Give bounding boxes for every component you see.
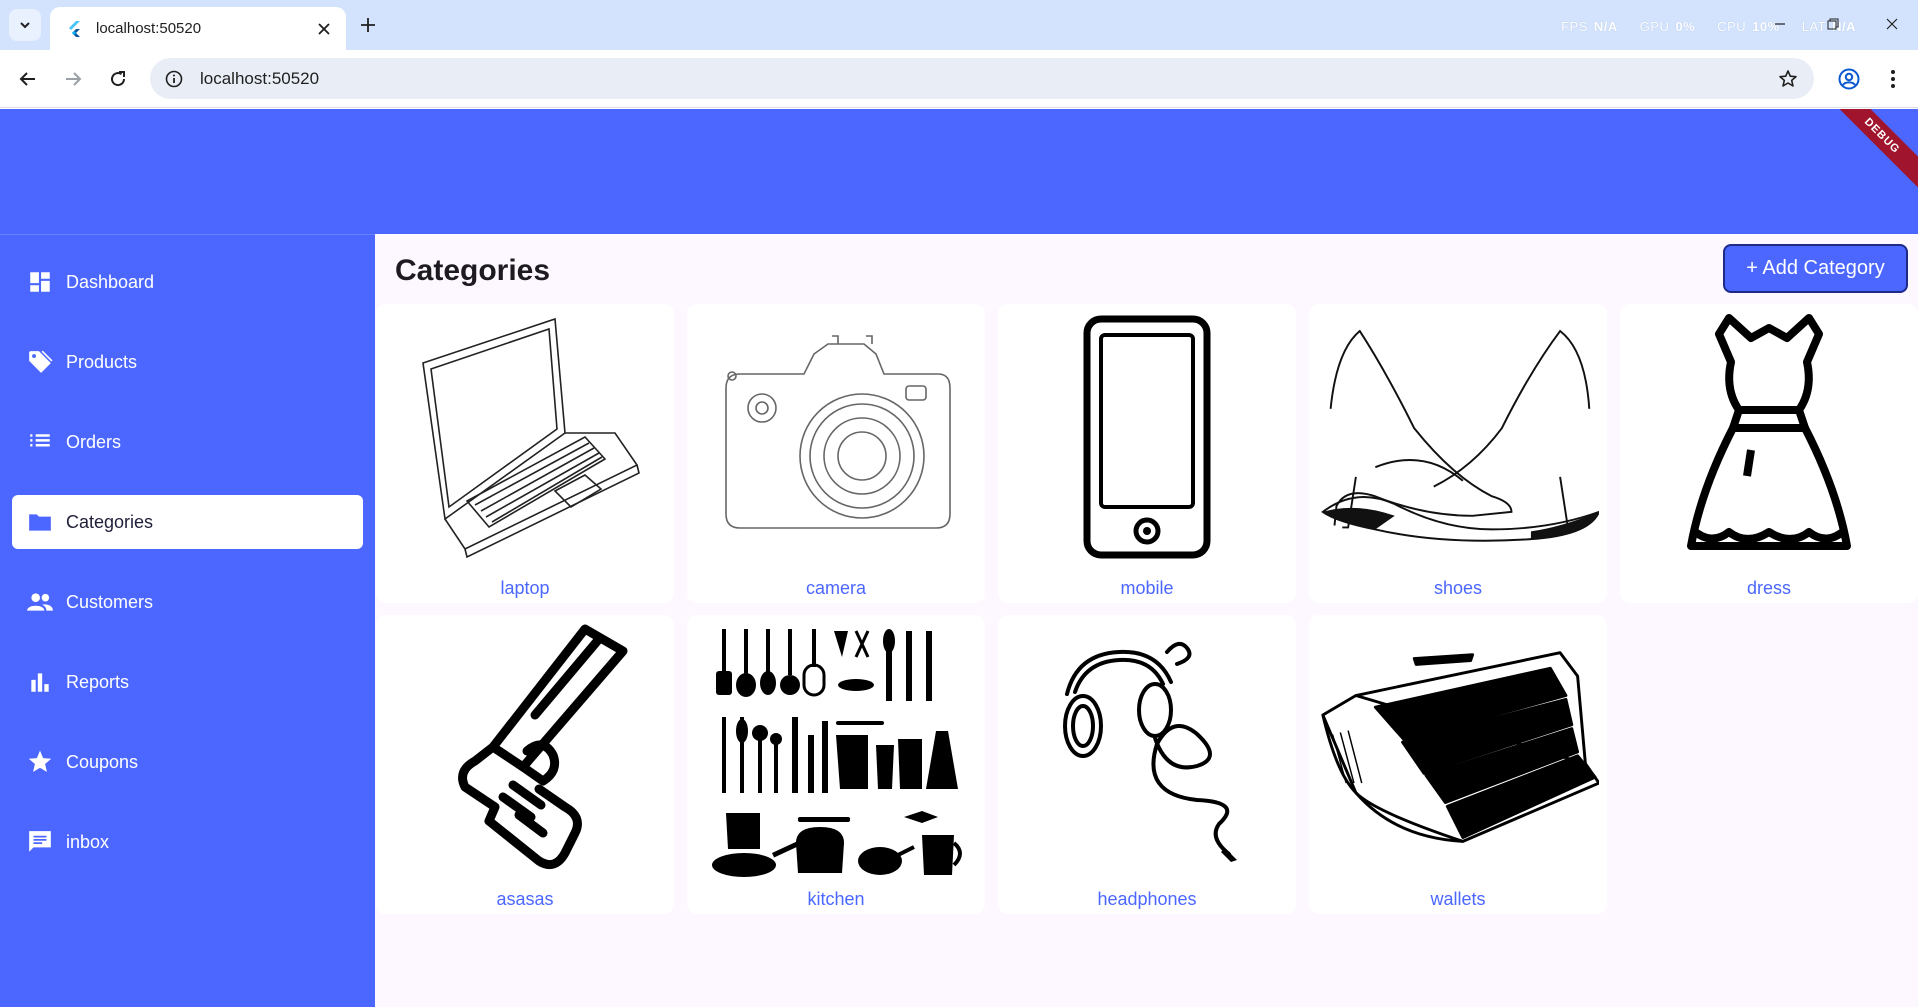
category-name: shoes: [1433, 578, 1483, 598]
bookmark-star-icon[interactable]: [1776, 67, 1800, 91]
reload-button[interactable]: [103, 64, 133, 94]
close-tab-icon[interactable]: [314, 19, 334, 39]
category-name: mobile: [1120, 578, 1174, 598]
category-name: camera: [805, 578, 867, 598]
plus-icon: [361, 18, 375, 32]
dashboard-icon: [26, 268, 54, 296]
restore-button[interactable]: [1823, 14, 1843, 34]
sidebar-item-coupons[interactable]: Coupons: [12, 735, 363, 789]
category-card-wallets[interactable]: wallets: [1309, 615, 1607, 914]
sidebar-item-reports[interactable]: Reports: [12, 655, 363, 709]
sidebar-item-categories[interactable]: Categories: [12, 495, 363, 549]
category-card-shoes[interactable]: shoes: [1309, 304, 1607, 603]
tab-title: localhost:50520: [96, 20, 202, 37]
category-name: asasas: [496, 889, 554, 909]
arrow-right-icon: [66, 72, 82, 86]
tab-search-button[interactable]: [9, 9, 41, 41]
perf-overlay: FPS N/A GPU 0% CPU 10% LAT N/A: [1561, 19, 1856, 34]
sidebar-item-label: Orders: [66, 431, 122, 452]
sidebar-item-label: Dashboard: [66, 271, 155, 292]
gpu-value: 0%: [1675, 19, 1696, 34]
category-name: dress: [1746, 578, 1791, 598]
folder-icon: [26, 508, 54, 536]
category-card-dress[interactable]: dress: [1620, 304, 1918, 603]
url-text[interactable]: localhost:50520: [200, 69, 1776, 89]
browser-tab[interactable]: localhost:50520: [50, 7, 346, 50]
category-card-mobile[interactable]: mobile: [998, 304, 1296, 603]
sidebar-item-label: Categories: [66, 511, 154, 532]
site-info-icon[interactable]: [164, 69, 184, 89]
dress-image: [1628, 310, 1910, 566]
sidebar-item-inbox[interactable]: inbox: [12, 815, 363, 869]
people-icon: [26, 588, 54, 616]
sidebar-item-label: Customers: [66, 591, 154, 612]
new-tab-button[interactable]: [355, 12, 381, 38]
flutter-icon: [69, 20, 80, 37]
sidebar-item-orders[interactable]: Orders: [12, 415, 363, 469]
main-content: Categories + Add Category laptop camera …: [375, 234, 1918, 1007]
profile-button[interactable]: [1834, 64, 1864, 94]
category-name: laptop: [500, 578, 550, 598]
debug-banner: DEBUG: [1824, 109, 1918, 194]
more-vert-icon: [1891, 70, 1895, 88]
headphones-image: [1006, 621, 1288, 877]
minimize-button[interactable]: [1770, 14, 1790, 34]
sidebar: Dashboard Products Orders Categories Cus…: [0, 234, 375, 1007]
browser-tab-strip: localhost:50520 FPS N/A GPU 0% CPU 10% LAT N…: [0, 0, 1918, 50]
gpu-label: GPU: [1639, 19, 1670, 34]
forward-button[interactable]: [58, 64, 88, 94]
list-icon: [26, 428, 54, 456]
reload-icon: [111, 71, 126, 87]
category-name: kitchen: [807, 889, 865, 909]
arrow-left-icon: [19, 72, 35, 86]
page-title: Categories: [395, 254, 551, 287]
fps-value: N/A: [1593, 19, 1618, 34]
cpu-label: CPU: [1717, 19, 1747, 34]
chat-icon: [26, 828, 54, 856]
kitchen-image: [695, 621, 977, 877]
category-card-camera[interactable]: camera: [687, 304, 985, 603]
category-card-laptop[interactable]: laptop: [376, 304, 674, 603]
profile-icon: [1838, 68, 1860, 90]
sidebar-item-customers[interactable]: Customers: [12, 575, 363, 629]
address-bar[interactable]: localhost:50520: [150, 58, 1814, 99]
sidebar-item-products[interactable]: Products: [12, 335, 363, 389]
add-category-button[interactable]: + Add Category: [1723, 244, 1908, 293]
camera-image: [695, 310, 977, 566]
chevron-down-icon: [20, 22, 30, 29]
back-button[interactable]: [13, 64, 43, 94]
sidebar-item-label: Products: [66, 351, 138, 372]
close-icon: [1886, 18, 1898, 30]
minimize-icon: [1775, 23, 1785, 25]
star-icon: [26, 748, 54, 776]
app-header: DEBUG: [0, 109, 1918, 234]
tag-icon: [26, 348, 54, 376]
category-card-asasas[interactable]: asasas: [376, 615, 674, 914]
sidebar-item-label: Coupons: [66, 751, 139, 772]
category-card-kitchen[interactable]: kitchen: [687, 615, 985, 914]
sidebar-item-dashboard[interactable]: Dashboard: [12, 255, 363, 309]
shoes-image: [1317, 310, 1599, 566]
close-window-button[interactable]: [1882, 14, 1902, 34]
browser-menu-button[interactable]: [1878, 64, 1908, 94]
wallet-image: [1317, 621, 1599, 877]
browser-toolbar: localhost:50520: [0, 50, 1918, 108]
category-card-headphones[interactable]: headphones: [998, 615, 1296, 914]
bar-chart-icon: [26, 668, 54, 696]
sidebar-item-label: inbox: [66, 831, 110, 852]
category-name: wallets: [1430, 889, 1486, 909]
pistol-image: [384, 621, 666, 877]
restore-icon: [1827, 18, 1839, 30]
mobile-image: [1006, 310, 1288, 566]
sidebar-item-label: Reports: [66, 671, 130, 692]
laptop-image: [384, 310, 666, 566]
category-name: headphones: [1097, 889, 1197, 909]
fps-label: FPS: [1561, 19, 1588, 34]
